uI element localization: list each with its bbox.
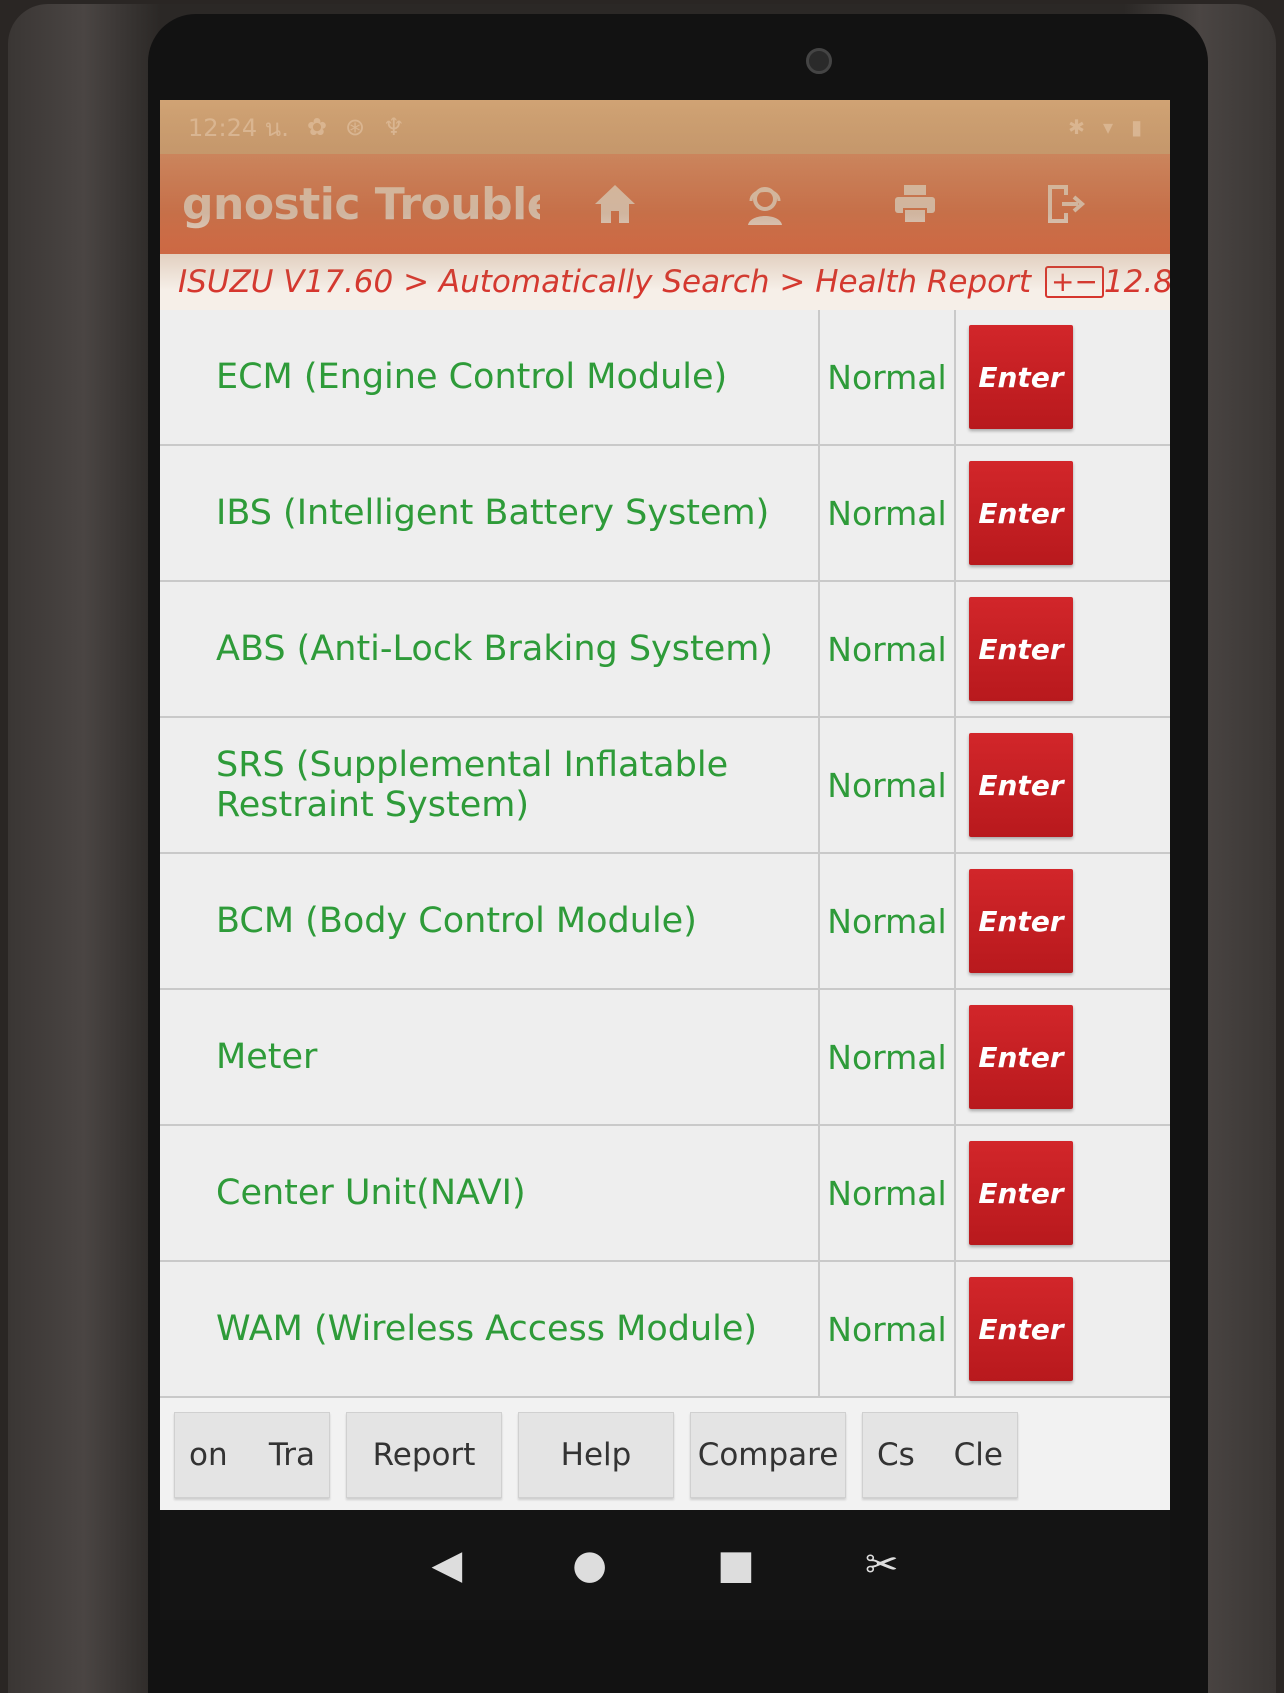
list-item: IBS (Intelligent Battery System) Normal … (160, 446, 1170, 582)
module-status: Normal (820, 582, 956, 716)
list-item: ECM (Engine Control Module) Normal Enter (160, 310, 1170, 446)
list-item: BCM (Body Control Module) Normal Enter (160, 854, 1170, 990)
bottom-toolbar: on Tra Report Help Compare Cs Cle (160, 1400, 1170, 1510)
battery-icon: +− (1045, 266, 1104, 298)
gear-icon: ✿ (306, 113, 327, 141)
screenshot-icon[interactable]: ✂ (865, 1542, 899, 1588)
breadcrumb: ISUZU V17.60 > Automatically Search > He… (160, 254, 1170, 310)
status-right-icons: ✱ ▾ ▮ (1068, 115, 1142, 139)
tablet-screen: 12:24 น. ✿ ⊛ ♆ ✱ ▾ ▮ gnostic Trouble ( I… (160, 100, 1170, 1620)
status-bar: 12:24 น. ✿ ⊛ ♆ ✱ ▾ ▮ (160, 100, 1170, 154)
module-name: WAM (Wireless Access Module) (160, 1262, 820, 1396)
button-label-right: Cle (953, 1437, 1003, 1473)
stethoscope-icon: ♆ (383, 113, 405, 141)
bluetooth-icon: ✱ (1068, 115, 1085, 139)
button-label-left: on (189, 1437, 228, 1473)
toolbar-button-partial-left[interactable]: on Tra (174, 1412, 330, 1498)
home-icon[interactable] (540, 154, 690, 254)
module-name: BCM (Body Control Module) (160, 854, 820, 988)
page-title: gnostic Trouble ( (182, 178, 540, 230)
enter-button[interactable]: Enter (969, 733, 1073, 837)
wifi-icon: ▾ (1102, 115, 1113, 139)
module-status: Normal (820, 310, 956, 444)
toolbar-button-partial-right[interactable]: Cs Cle (862, 1412, 1018, 1498)
bluetooth-circle-icon: ⊛ (344, 113, 366, 141)
printer-icon[interactable] (840, 154, 990, 254)
enter-button[interactable]: Enter (969, 461, 1073, 565)
list-item: WAM (Wireless Access Module) Normal Ente… (160, 1262, 1170, 1398)
button-label-left: Cs (877, 1437, 915, 1473)
module-name: SRS (Supplemental Inflatable Restraint S… (160, 718, 820, 852)
module-name: ECM (Engine Control Module) (160, 310, 820, 444)
module-name: Center Unit(NAVI) (160, 1126, 820, 1260)
module-status: Normal (820, 990, 956, 1124)
support-agent-icon[interactable] (690, 154, 840, 254)
front-camera (806, 48, 832, 74)
list-item: SRS (Supplemental Inflatable Restraint S… (160, 718, 1170, 854)
enter-button[interactable]: Enter (969, 325, 1073, 429)
module-name: IBS (Intelligent Battery System) (160, 446, 820, 580)
app-header: gnostic Trouble ( (160, 154, 1170, 254)
module-status: Normal (820, 854, 956, 988)
list-item: Meter Normal Enter (160, 990, 1170, 1126)
enter-button[interactable]: Enter (969, 1277, 1073, 1381)
button-label-right: Tra (268, 1437, 315, 1473)
module-status: Normal (820, 718, 956, 852)
enter-button[interactable]: Enter (969, 597, 1073, 701)
help-button[interactable]: Help (518, 1412, 674, 1498)
list-item: ABS (Anti-Lock Braking System) Normal En… (160, 582, 1170, 718)
battery-icon: ▮ (1130, 115, 1142, 139)
compare-button[interactable]: Compare (690, 1412, 846, 1498)
module-name: ABS (Anti-Lock Braking System) (160, 582, 820, 716)
module-name: Meter (160, 990, 820, 1124)
clock: 12:24 น. (188, 113, 289, 142)
list-item: Center Unit(NAVI) Normal Enter (160, 1126, 1170, 1262)
enter-button[interactable]: Enter (969, 1005, 1073, 1109)
system-nav-bar: ◀ ● ■ ✂ (160, 1510, 1170, 1620)
recents-icon[interactable]: ■ (717, 1542, 755, 1588)
module-status: Normal (820, 446, 956, 580)
module-status: Normal (820, 1126, 956, 1260)
enter-button[interactable]: Enter (969, 1141, 1073, 1245)
breadcrumb-path: ISUZU V17.60 > Automatically Search > He… (178, 264, 1031, 300)
enter-button[interactable]: Enter (969, 869, 1073, 973)
report-button[interactable]: Report (346, 1412, 502, 1498)
voltage-readout: 12.80V (1103, 264, 1170, 300)
module-status: Normal (820, 1262, 956, 1396)
home-nav-icon[interactable]: ● (572, 1542, 607, 1588)
exit-icon[interactable] (990, 154, 1140, 254)
module-list: ECM (Engine Control Module) Normal Enter… (160, 310, 1170, 1400)
back-icon[interactable]: ◀ (432, 1542, 463, 1588)
